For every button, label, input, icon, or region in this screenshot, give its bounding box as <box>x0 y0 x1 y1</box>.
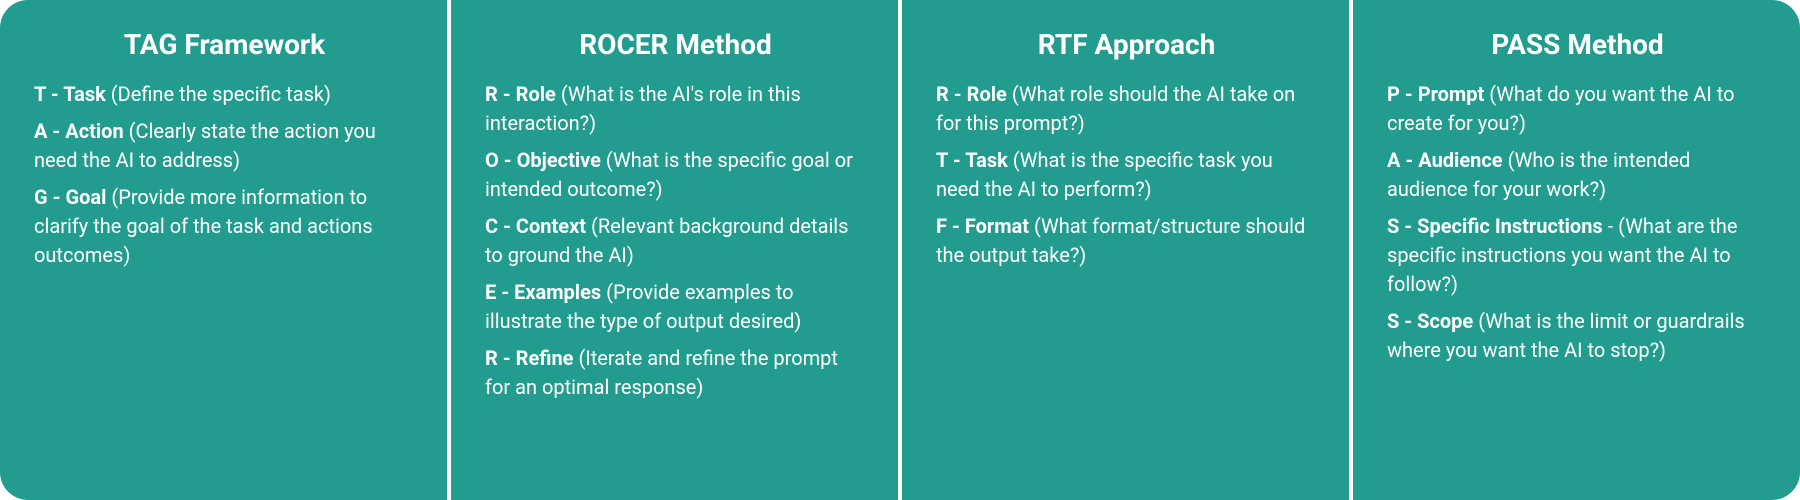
framework-item: T - Task (What is the specific task you … <box>936 146 1317 204</box>
item-letter: S <box>1387 309 1399 333</box>
frameworks-container: TAG Framework T - Task (Define the speci… <box>0 0 1800 500</box>
framework-item: T - Task (Define the specific task) <box>34 80 415 109</box>
framework-item: S - Scope (What is the limit or guardrai… <box>1387 307 1768 365</box>
item-word: Refine <box>516 346 574 370</box>
framework-item: O - Objective (What is the specific goal… <box>485 146 866 204</box>
item-letter: G <box>34 185 48 209</box>
framework-card-tag: TAG Framework T - Task (Define the speci… <box>0 0 447 500</box>
framework-item: A - Action (Clearly state the action you… <box>34 117 415 175</box>
separator: - <box>1399 309 1417 333</box>
item-word: Goal <box>65 185 106 209</box>
framework-item: P - Prompt (What do you want the AI to c… <box>1387 80 1768 138</box>
separator: - <box>498 214 516 238</box>
item-word: Role <box>967 82 1007 106</box>
item-letter: F <box>936 214 947 238</box>
item-letter: P <box>1387 82 1400 106</box>
item-letter: S <box>1387 214 1399 238</box>
framework-items: R - Role (What is the AI's role in this … <box>485 80 866 402</box>
separator: - <box>499 148 517 172</box>
framework-title: PASS Method <box>1387 28 1768 62</box>
item-word: Scope <box>1417 309 1473 333</box>
item-letter: T <box>936 148 948 172</box>
separator: - <box>47 119 65 143</box>
item-word: Task <box>965 148 1008 172</box>
item-word: Audience <box>1418 148 1502 172</box>
item-word: Specific Instructions <box>1417 214 1603 238</box>
framework-card-rocer: ROCER Method R - Role (What is the AI's … <box>451 0 898 500</box>
separator: - <box>948 148 965 172</box>
item-word: Prompt <box>1418 82 1485 106</box>
framework-title: ROCER Method <box>485 28 866 62</box>
framework-items: T - Task (Define the specific task) A - … <box>34 80 415 270</box>
item-letter: A <box>34 119 47 143</box>
item-word: Context <box>516 214 586 238</box>
separator: - <box>949 82 967 106</box>
separator: - <box>1399 214 1417 238</box>
item-word: Format <box>965 214 1029 238</box>
item-letter: E <box>485 280 496 304</box>
framework-card-pass: PASS Method P - Prompt (What do you want… <box>1353 0 1800 500</box>
item-letter: A <box>1387 148 1400 172</box>
separator: - <box>1400 148 1418 172</box>
framework-item: A - Audience (Who is the intended audien… <box>1387 146 1768 204</box>
item-letter: C <box>485 214 498 238</box>
framework-title: TAG Framework <box>34 28 415 62</box>
framework-item: E - Examples (Provide examples to illust… <box>485 278 866 336</box>
item-letter: R <box>936 82 949 106</box>
separator: - <box>46 82 63 106</box>
item-word: Action <box>65 119 123 143</box>
separator: - <box>947 214 965 238</box>
item-desc: (Define the specific task) <box>111 82 331 106</box>
item-letter: O <box>485 148 499 172</box>
item-word: Examples <box>514 280 601 304</box>
item-word: Role <box>516 82 556 106</box>
framework-item: R - Role (What is the AI's role in this … <box>485 80 866 138</box>
framework-item: R - Refine (Iterate and refine the promp… <box>485 344 866 402</box>
framework-items: R - Role (What role should the AI take o… <box>936 80 1317 270</box>
separator: - <box>48 185 66 209</box>
item-letter: R <box>485 82 498 106</box>
framework-card-rtf: RTF Approach R - Role (What role should … <box>902 0 1349 500</box>
framework-item: G - Goal (Provide more information to cl… <box>34 183 415 270</box>
separator: - <box>498 82 516 106</box>
framework-items: P - Prompt (What do you want the AI to c… <box>1387 80 1768 365</box>
framework-item: R - Role (What role should the AI take o… <box>936 80 1317 138</box>
item-word: Task <box>63 82 106 106</box>
framework-title: RTF Approach <box>936 28 1317 62</box>
framework-item: F - Format (What format/structure should… <box>936 212 1317 270</box>
item-letter: R <box>485 346 498 370</box>
item-letter: T <box>34 82 46 106</box>
framework-item: C - Context (Relevant background details… <box>485 212 866 270</box>
separator: - <box>496 280 514 304</box>
separator: - <box>1400 82 1418 106</box>
separator: - <box>498 346 516 370</box>
item-word: Objective <box>517 148 601 172</box>
framework-item: S - Specific Instructions - (What are th… <box>1387 212 1768 299</box>
